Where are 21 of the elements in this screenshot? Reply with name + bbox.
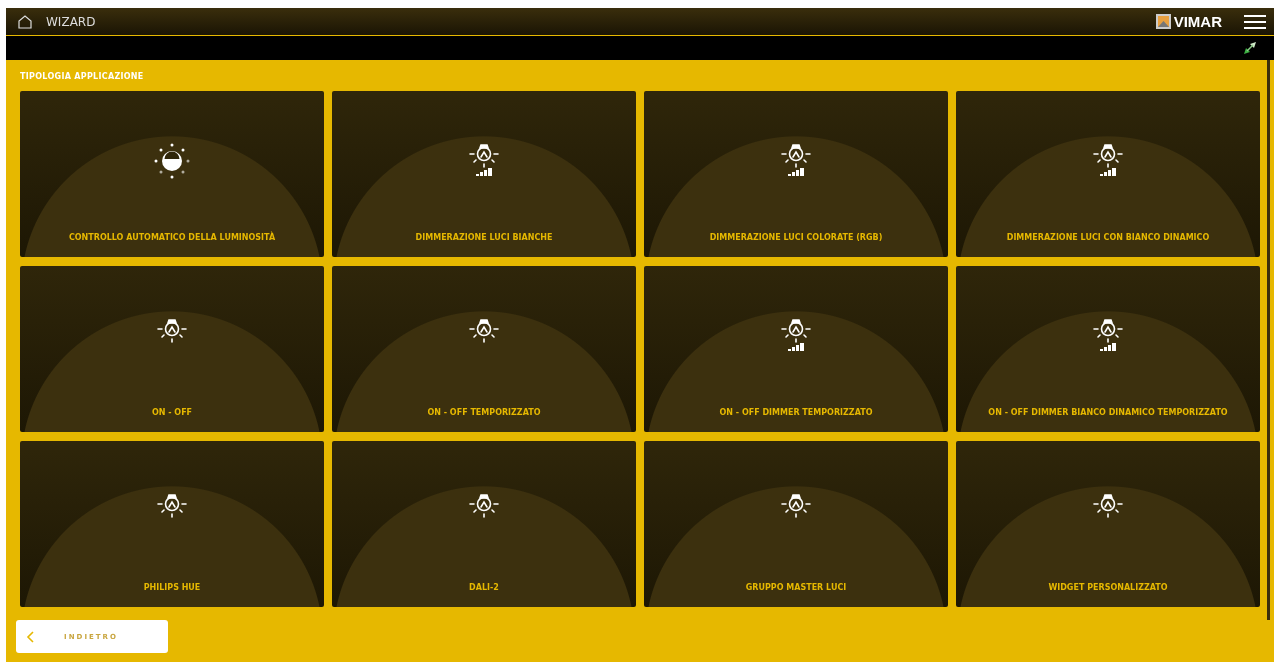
home-icon[interactable] <box>18 14 32 29</box>
application-tile[interactable]: ON - OFF TEMPORIZZATO <box>332 266 636 432</box>
chevron-left-icon <box>26 630 34 643</box>
application-tile[interactable]: DIMMERAZIONE LUCI COLORATE (RGB) <box>644 91 948 257</box>
application-tile[interactable]: DALI-2 <box>332 441 636 607</box>
scrollbar[interactable] <box>1267 60 1270 620</box>
application-tile[interactable]: WIDGET PERSONALIZZATO <box>956 441 1260 607</box>
application-tile[interactable]: DIMMERAZIONE LUCI CON BIANCO DINAMICO <box>956 91 1260 257</box>
brightness-icon <box>152 141 192 181</box>
section-title: TIPOLOGIA APPLICAZIONE <box>20 72 145 81</box>
window-title: WIZARD <box>46 14 97 29</box>
connection-arrows-icon <box>1244 42 1256 54</box>
brand-logo: VIMAR <box>1155 13 1222 30</box>
application-tile[interactable]: ON - OFF DIMMER BIANCO DINAMICO TEMPORIZZATO <box>956 266 1260 432</box>
application-tile[interactable]: ON - OFF <box>20 266 324 432</box>
application-tile[interactable]: CONTROLLO AUTOMATICO DELLA LUMINOSITÀ <box>20 91 324 257</box>
application-tile[interactable]: DIMMERAZIONE LUCI BIANCHE <box>332 91 636 257</box>
application-tile[interactable]: PHILIPS HUE <box>20 441 324 607</box>
application-tile[interactable]: ON - OFF DIMMER TEMPORIZZATO <box>644 266 948 432</box>
application-tile[interactable]: GRUPPO MASTER LUCI <box>644 441 948 607</box>
menu-icon[interactable] <box>1244 13 1266 30</box>
